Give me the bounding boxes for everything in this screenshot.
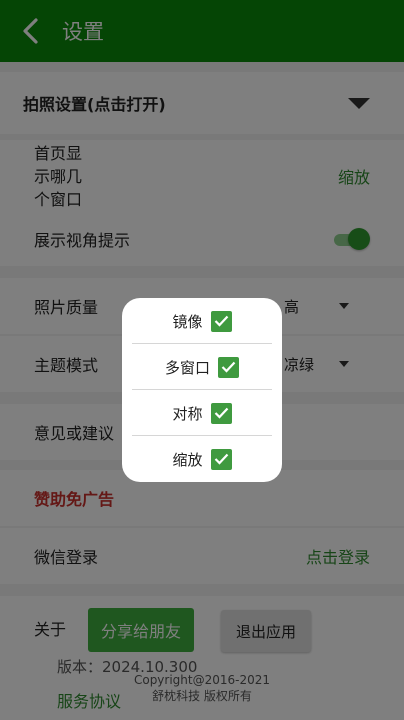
dialog-option-multi-window[interactable]: 多窗口	[122, 344, 282, 390]
check-icon	[221, 361, 236, 373]
check-icon	[214, 453, 228, 465]
checkbox[interactable]	[210, 310, 232, 332]
checkbox[interactable]	[218, 356, 239, 378]
dialog-option-zoom[interactable]: 缩放	[122, 436, 282, 482]
option-label: 对称	[172, 404, 203, 423]
window-mode-dialog: 镜像 多窗口 对称 缩放	[122, 298, 282, 482]
check-icon	[214, 407, 228, 419]
checkbox[interactable]	[210, 448, 232, 470]
option-label: 缩放	[172, 450, 203, 469]
checkbox[interactable]	[210, 402, 232, 424]
dialog-option-symmetric[interactable]: 对称	[122, 390, 282, 436]
check-icon	[214, 315, 228, 327]
option-label: 多窗口	[164, 358, 210, 377]
dialog-option-mirror[interactable]: 镜像	[122, 298, 282, 344]
option-label: 镜像	[172, 312, 203, 331]
